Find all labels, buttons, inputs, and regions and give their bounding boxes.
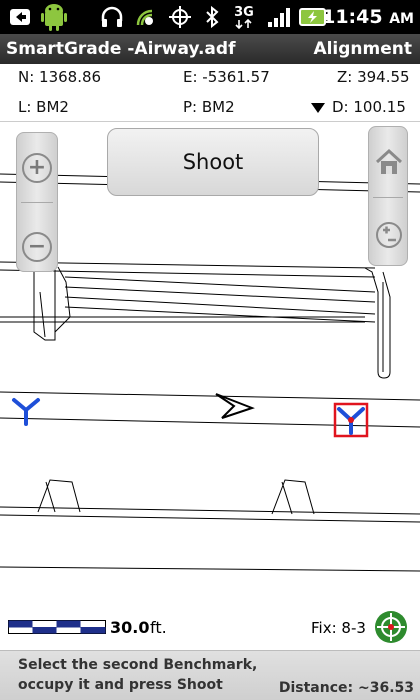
signal-icon bbox=[264, 0, 294, 34]
title-bar: SmartGrade -Airway.adf Alignment bbox=[0, 34, 420, 64]
instruction-text: Select the second Benchmark, occupy it a… bbox=[18, 657, 258, 693]
map-canvas[interactable] bbox=[0, 122, 420, 650]
zoom-extents-icon[interactable] bbox=[374, 220, 404, 250]
distance-label: Distance: ~36.53 bbox=[278, 680, 414, 696]
map-view[interactable]: + − Shoot bbox=[0, 122, 420, 650]
elevation-value: Z: 394.55 bbox=[337, 68, 410, 86]
status-bar: 3G 11:45 AM bbox=[0, 0, 420, 34]
triangle-down-icon bbox=[311, 102, 325, 113]
clock: 11:45 AM bbox=[322, 6, 414, 28]
zoom-in-icon[interactable]: + bbox=[22, 153, 52, 183]
zoom-divider bbox=[21, 202, 53, 203]
zoom-controls: + − bbox=[16, 132, 58, 272]
coordinate-panel: N: 1368.86 E: -5361.57 Z: 394.55 L: BM2 … bbox=[0, 64, 420, 122]
selected-benchmark-icon[interactable] bbox=[333, 402, 369, 438]
zoom-out-icon[interactable]: − bbox=[22, 232, 52, 262]
network-3g-icon: 3G bbox=[228, 0, 260, 34]
android-debug-icon bbox=[38, 0, 70, 34]
scale-bar bbox=[8, 620, 106, 634]
fix-status: Fix: 8-3 bbox=[311, 619, 366, 637]
distance-readout[interactable]: D: 100.15 bbox=[310, 98, 406, 116]
point-value: P: BM2 bbox=[183, 98, 235, 116]
easting-value: E: -5361.57 bbox=[183, 68, 270, 86]
gps-fix-icon[interactable] bbox=[374, 610, 408, 644]
shoot-button[interactable]: Shoot bbox=[107, 128, 319, 196]
mode-label[interactable]: Alignment bbox=[313, 34, 412, 64]
view-divider bbox=[373, 197, 403, 198]
view-controls bbox=[368, 126, 408, 266]
benchmark-icon[interactable] bbox=[12, 398, 40, 426]
scale-row: 30.0 ft. Fix: 8-3 bbox=[0, 608, 420, 648]
status-prompt-bar: Select the second Benchmark, occupy it a… bbox=[0, 650, 420, 700]
headset-icon bbox=[98, 0, 126, 34]
heading-arrow-icon bbox=[215, 393, 255, 419]
bluetooth-icon bbox=[200, 0, 224, 34]
northing-value: N: 1368.86 bbox=[18, 68, 102, 86]
home-icon[interactable] bbox=[374, 147, 404, 177]
wifi-calling-icon bbox=[132, 0, 160, 34]
scale-value: 30.0 bbox=[110, 618, 150, 637]
scale-unit: ft. bbox=[150, 618, 167, 637]
app-title: SmartGrade -Airway.adf bbox=[6, 39, 236, 59]
gps-target-icon bbox=[166, 0, 194, 34]
location-value: L: BM2 bbox=[18, 98, 69, 116]
usb-icon bbox=[6, 0, 34, 34]
